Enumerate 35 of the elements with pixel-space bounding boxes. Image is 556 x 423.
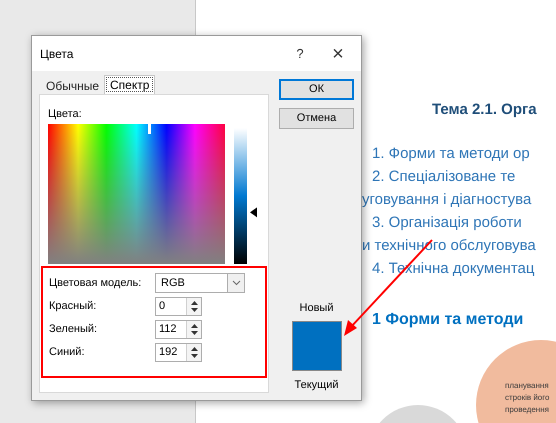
number-field[interactable]: 112	[155, 320, 202, 339]
section-heading: 1 Форми та методи	[372, 310, 524, 330]
document-line: 1. Форми та методи ор	[372, 144, 531, 164]
spinner-icon[interactable]	[186, 321, 201, 338]
field-label: Цветовая модель:	[49, 276, 142, 291]
dialog-button[interactable]: ОК	[279, 79, 354, 100]
field-label: Красный:	[49, 299, 98, 314]
circle-text: планування	[505, 380, 549, 392]
close-button[interactable]: ×	[315, 44, 361, 64]
chevron-down-icon	[227, 274, 244, 292]
field-label: Синий:	[49, 345, 86, 360]
number-field[interactable]: 192	[155, 343, 202, 362]
tab[interactable]: Обычные	[41, 78, 104, 94]
current-color-label: Текущий	[294, 378, 338, 392]
window-title: Цвета	[40, 46, 74, 62]
color-spectrum[interactable]	[48, 124, 225, 264]
circle-text: строків його	[505, 392, 550, 404]
tab[interactable]: Спектр	[104, 75, 156, 94]
circle-text: проведення	[505, 404, 549, 416]
colors-label: Цвета:	[48, 107, 83, 121]
number-field[interactable]: 0	[155, 297, 202, 316]
color-model-dropdown[interactable]: RGB	[155, 273, 245, 293]
slider-thumb[interactable]	[250, 207, 257, 218]
help-button[interactable]: ?	[285, 44, 315, 64]
field-label: Зеленый:	[49, 322, 98, 338]
document-line: 3. Організація роботи	[372, 213, 523, 233]
new-color-label: Новый	[300, 301, 334, 316]
luminance-slider[interactable]	[234, 128, 260, 264]
document-title: Тема 2.1. Орга	[432, 100, 538, 120]
document-line: 2. Спеціалізоване те	[372, 167, 516, 187]
dialog-button[interactable]: Отмена	[279, 108, 354, 129]
spinner-icon[interactable]	[186, 344, 201, 361]
spinner-icon[interactable]	[186, 298, 201, 315]
document-line: уговування і діагностува	[362, 190, 532, 210]
color-swatch	[292, 320, 342, 370]
